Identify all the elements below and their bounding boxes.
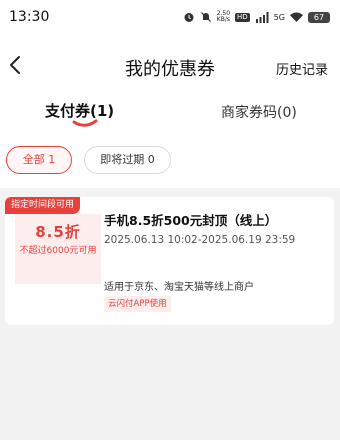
status-bar: 13:30 2.50 KB/s HD 5G 67 bbox=[0, 0, 340, 34]
wifi-icon bbox=[290, 12, 303, 22]
active-tab-indicator bbox=[72, 119, 98, 127]
time-limit-badge: 指定时间段可用 bbox=[5, 197, 81, 214]
history-link[interactable]: 历史记录 bbox=[276, 59, 328, 78]
status-time: 13:30 bbox=[9, 9, 50, 25]
discount-box: 8.5折 不超过6000元可用 bbox=[15, 214, 101, 284]
coupon-title: 手机8.5折500元封顶（线上） bbox=[104, 213, 278, 228]
mute-icon bbox=[200, 12, 211, 22]
alarm-icon bbox=[184, 13, 194, 22]
coupon-card[interactable]: 指定时间段可用 8.5折 不超过6000元可用 手机8.5折500元封顶（线上）… bbox=[5, 197, 334, 325]
network-type: 5G bbox=[273, 12, 285, 22]
discount-condition: 不超过6000元可用 bbox=[19, 246, 97, 256]
discount-value: 8.5折 bbox=[35, 223, 81, 241]
system-icons: 2.50 KB/s HD 5G 67 bbox=[183, 11, 330, 23]
app-usage-tag: 云闪付APP使用 bbox=[104, 296, 171, 312]
network-speed: 2.50 KB/s bbox=[216, 10, 231, 23]
hd-icon: HD bbox=[235, 12, 250, 22]
filter-expiring[interactable]: 即将过期 0 bbox=[84, 146, 171, 174]
battery-icon: 67 bbox=[308, 11, 330, 23]
signal-icon bbox=[255, 11, 269, 23]
tab-merchant-codes[interactable]: 商家券码(0) bbox=[221, 102, 297, 122]
coupon-scope: 适用于京东、淘宝天猫等线上商户 bbox=[104, 282, 254, 293]
nav-bar: 我的优惠券 历史记录 bbox=[0, 44, 340, 88]
coupon-validity: 2025.06.13 10:02-2025.06.19 23:59 bbox=[104, 234, 296, 246]
tab-payment-coupons[interactable]: 支付券(1) bbox=[45, 100, 114, 121]
filter-all[interactable]: 全部 1 bbox=[6, 146, 72, 174]
